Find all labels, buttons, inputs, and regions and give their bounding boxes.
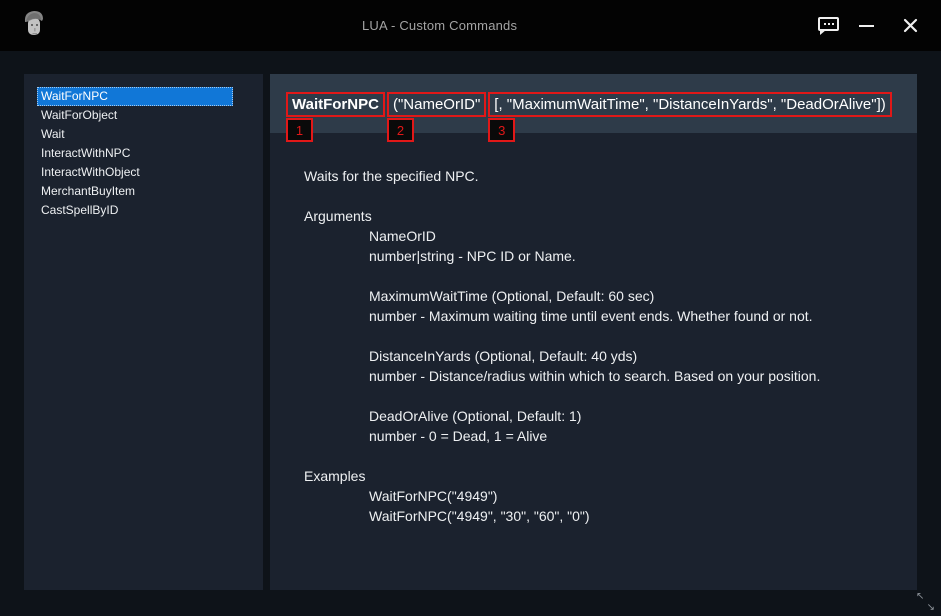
doc-line xyxy=(304,326,901,346)
doc-line xyxy=(304,386,901,406)
signature-segment-command: WaitForNPC 1 xyxy=(286,92,385,117)
signature-segment-optional-args: [, "MaximumWaitTime", "DistanceInYards",… xyxy=(488,92,891,117)
list-item-interactwithobject[interactable]: InteractWithObject xyxy=(37,163,233,182)
doc-line: DeadOrAlive (Optional, Default: 1) xyxy=(304,406,901,426)
command-signature: WaitForNPC 1 ("NameOrID" 2 [, "MaximumWa… xyxy=(286,92,892,117)
doc-line: WaitForNPC("4949", "30", "60", "0") xyxy=(304,506,901,526)
close-button[interactable] xyxy=(901,16,920,35)
signature-segment-arg1: ("NameOrID" 2 xyxy=(387,92,486,117)
list-item-waitforobject[interactable]: WaitForObject xyxy=(37,106,233,125)
doc-line: Waits for the specified NPC. xyxy=(304,166,901,186)
doc-line: number - Distance/radius within which to… xyxy=(304,366,901,386)
doc-line: DistanceInYards (Optional, Default: 40 y… xyxy=(304,346,901,366)
speech-bubble-dots-icon xyxy=(818,17,839,31)
signature-segment-text: [, "MaximumWaitTime", "DistanceInYards",… xyxy=(494,96,885,113)
doc-section-arguments: Arguments xyxy=(304,206,901,226)
signature-segment-text: WaitForNPC xyxy=(292,96,379,113)
annotation-tag-2: 2 xyxy=(387,118,414,142)
doc-line: number - 0 = Dead, 1 = Alive xyxy=(304,426,901,446)
close-icon xyxy=(903,18,918,33)
titlebar-buttons xyxy=(818,0,920,51)
signature-segment-text: ("NameOrID" xyxy=(393,96,480,113)
list-item-waitfornpc[interactable]: WaitForNPC xyxy=(37,87,233,106)
list-item-wait[interactable]: Wait xyxy=(37,125,233,144)
doc-section-examples: Examples xyxy=(304,466,901,486)
app-window: LUA - Custom Commands WaitForNPC WaitFor… xyxy=(0,0,941,616)
doc-line: MaximumWaitTime (Optional, Default: 60 s… xyxy=(304,286,901,306)
annotation-tag-1: 1 xyxy=(286,118,313,142)
window-title: LUA - Custom Commands xyxy=(362,18,517,33)
feedback-button[interactable] xyxy=(818,13,839,39)
minimize-icon xyxy=(859,25,874,27)
command-listbox: WaitForNPC WaitForObject Wait InteractWi… xyxy=(37,87,233,220)
doc-panel: WaitForNPC 1 ("NameOrID" 2 [, "MaximumWa… xyxy=(270,74,917,590)
doc-line: number|string - NPC ID or Name. xyxy=(304,246,901,266)
doc-line xyxy=(304,266,901,286)
doc-line: NameOrID xyxy=(304,226,901,246)
command-list-panel: WaitForNPC WaitForObject Wait InteractWi… xyxy=(24,74,263,590)
list-item-merchantbuyitem[interactable]: MerchantBuyItem xyxy=(37,182,233,201)
minimize-button[interactable] xyxy=(857,19,876,33)
doc-line: WaitForNPC("4949") xyxy=(304,486,901,506)
app-logo-icon xyxy=(22,9,46,42)
resize-grip-icon[interactable]: ↖↘ xyxy=(916,592,936,612)
title-bar[interactable]: LUA - Custom Commands xyxy=(0,0,941,51)
doc-line: number - Maximum waiting time until even… xyxy=(304,306,901,326)
annotation-tag-3: 3 xyxy=(488,118,515,142)
signature-header: WaitForNPC 1 ("NameOrID" 2 [, "MaximumWa… xyxy=(270,74,917,133)
doc-line xyxy=(304,446,901,466)
list-item-castspellbyid[interactable]: CastSpellByID xyxy=(37,201,233,220)
list-item-interactwithnpc[interactable]: InteractWithNPC xyxy=(37,144,233,163)
doc-body: Waits for the specified NPC. Arguments N… xyxy=(270,133,917,590)
doc-line xyxy=(304,186,901,206)
